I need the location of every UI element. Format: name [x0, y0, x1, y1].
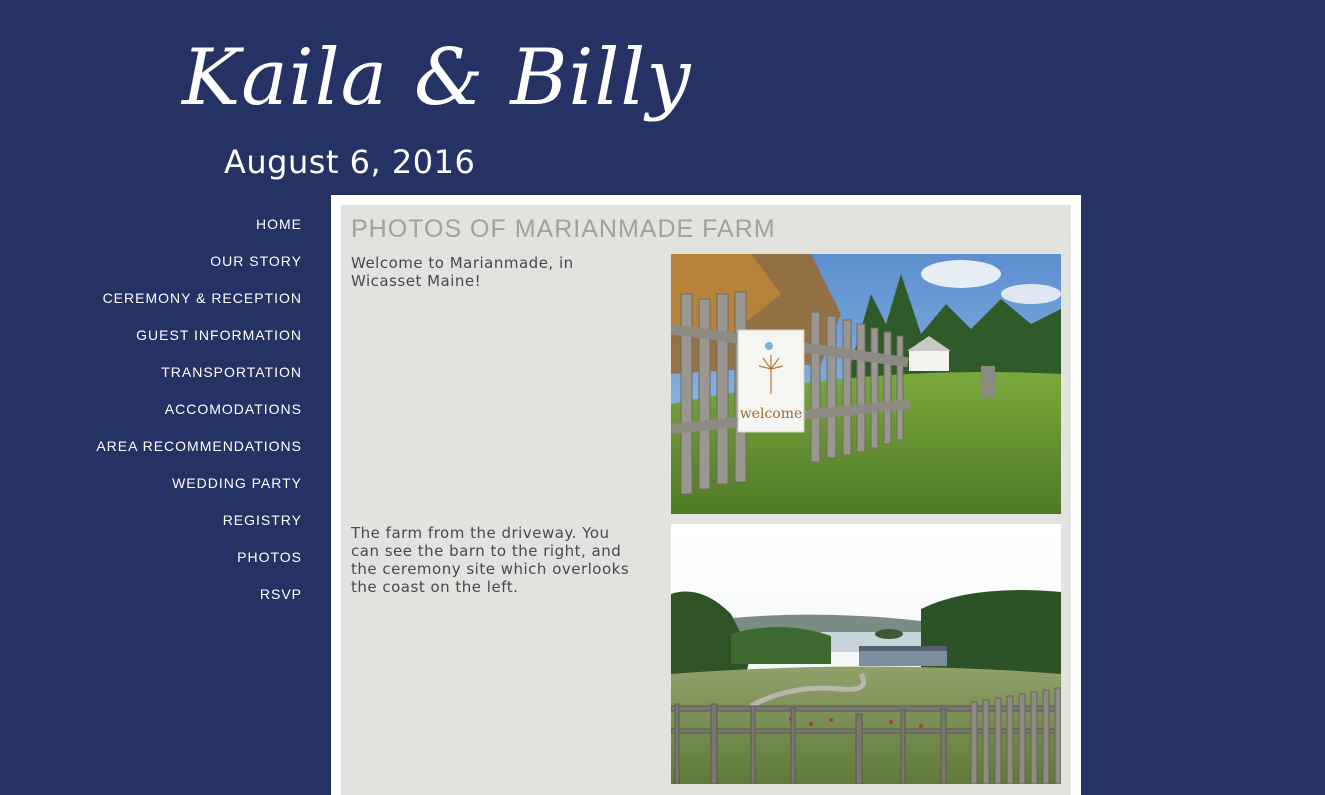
site-title: Kaila & Billy — [182, 33, 692, 123]
nav-item-home[interactable]: HOME — [42, 214, 302, 251]
farm-driveway-photo[interactable] — [671, 524, 1061, 784]
main-nav: HOME OUR STORY CEREMONY & RECEPTION GUES… — [42, 214, 302, 621]
nav-item-guest-information[interactable]: GUEST INFORMATION — [42, 325, 302, 362]
photo-row: The farm from the driveway. You can see … — [351, 524, 1061, 784]
nav-item-photos[interactable]: PHOTOS — [42, 547, 302, 584]
nav-item-wedding-party[interactable]: WEDDING PARTY — [42, 473, 302, 510]
photo-caption: Welcome to Marianmade, in Wicasset Maine… — [351, 254, 574, 290]
photo-row: Welcome to Marianmade, in Wicasset Maine… — [351, 254, 1061, 514]
nav-item-accomodations[interactable]: ACCOMODATIONS — [42, 399, 302, 436]
welcome-sign-image: welcome — [671, 254, 1061, 514]
welcome-sign-text: welcome — [740, 406, 803, 422]
farm-driveway-image — [671, 524, 1061, 784]
nav-item-registry[interactable]: REGISTRY — [42, 510, 302, 547]
content-frame: PHOTOS OF MARIANMADE FARM Welcome to Mar… — [331, 195, 1081, 795]
nav-item-transportation[interactable]: TRANSPORTATION — [42, 362, 302, 399]
nav-item-rsvp[interactable]: RSVP — [42, 584, 302, 621]
nav-item-ceremony-reception[interactable]: CEREMONY & RECEPTION — [42, 288, 302, 325]
nav-item-area-recommendations[interactable]: AREA RECOMMENDATIONS — [42, 436, 302, 473]
content-panel: PHOTOS OF MARIANMADE FARM Welcome to Mar… — [341, 205, 1071, 795]
welcome-sign-photo[interactable]: welcome — [671, 254, 1061, 514]
page-heading: PHOTOS OF MARIANMADE FARM — [351, 215, 776, 243]
wedding-date: August 6, 2016 — [224, 143, 476, 181]
photo-caption: The farm from the driveway. You can see … — [351, 524, 630, 596]
nav-item-our-story[interactable]: OUR STORY — [42, 251, 302, 288]
